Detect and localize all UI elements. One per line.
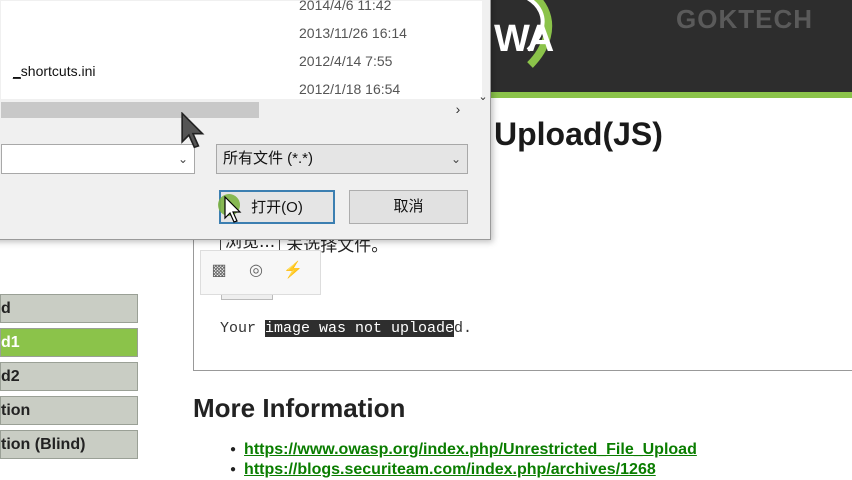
scrollbar-thumb[interactable] — [1, 102, 259, 118]
result-prefix: Your — [220, 320, 266, 337]
mini-toolbar: ▩ ◎ ⚡ — [200, 250, 321, 295]
sidebar-item[interactable]: d2 — [0, 362, 138, 391]
list-item: https://blogs.securiteam.com/index.php/a… — [230, 460, 697, 480]
more-information-heading: More Information — [193, 393, 406, 423]
play-circle-icon[interactable]: ◎ — [246, 261, 266, 281]
file-type-select[interactable]: 所有文件 (*.*) ⌄ — [216, 144, 468, 174]
reference-links: https://www.owasp.org/index.php/Unrestri… — [230, 440, 697, 480]
mouse-pointer-ghost-icon — [181, 112, 205, 149]
sidebar-item-active[interactable]: d1 — [0, 328, 138, 357]
mouse-pointer-icon — [224, 196, 242, 223]
result-highlighted-text: image was not uploade — [265, 320, 455, 337]
file-open-dialog: _shortcuts.ini 2014/4/6 11:42 2013/11/26… — [0, 0, 491, 240]
watermark: GOKTECH — [676, 4, 813, 34]
file-date: 2013/11/26 16:14 — [299, 25, 407, 41]
owasp-link[interactable]: https://www.owasp.org/index.php/Unrestri… — [244, 441, 697, 458]
lightning-icon[interactable]: ⚡ — [283, 261, 303, 281]
list-item: https://www.owasp.org/index.php/Unrestri… — [230, 440, 697, 460]
file-type-value: 所有文件 (*.*) — [223, 150, 314, 167]
dvwa-logo-text: WA — [494, 18, 554, 60]
file-name-combobox[interactable]: ⌄ — [1, 144, 195, 174]
horizontal-scrollbar[interactable]: › — [1, 99, 482, 121]
sidebar-item[interactable]: d — [0, 294, 138, 323]
sidebar-item[interactable]: tion — [0, 396, 138, 425]
page-title: Upload(JS) — [494, 116, 663, 152]
file-name-label: shortcuts.ini — [20, 63, 96, 79]
upload-result-message: Your image was not uploaded. — [220, 320, 472, 337]
sidebar-item[interactable]: tion (Blind) — [0, 430, 138, 459]
chevron-down-icon: ⌄ — [450, 152, 461, 166]
file-date: 2012/1/18 16:54 — [299, 81, 401, 97]
save-image-icon[interactable]: ▩ — [209, 261, 229, 281]
file-date: 2014/4/6 11:42 — [299, 0, 392, 13]
result-suffix: d. — [454, 320, 473, 337]
file-date: 2012/4/14 7:55 — [299, 53, 393, 69]
sidebar-menu: d d1 d2 tion tion (Blind) — [0, 294, 138, 464]
file-list[interactable]: _shortcuts.ini 2014/4/6 11:42 2013/11/26… — [1, 0, 488, 103]
securiteam-link[interactable]: https://blogs.securiteam.com/index.php/a… — [244, 461, 656, 478]
scroll-right-arrow-icon[interactable]: › — [450, 101, 466, 117]
file-list-item[interactable]: _shortcuts.ini — [13, 63, 96, 79]
cancel-button[interactable]: 取消 — [349, 190, 468, 224]
